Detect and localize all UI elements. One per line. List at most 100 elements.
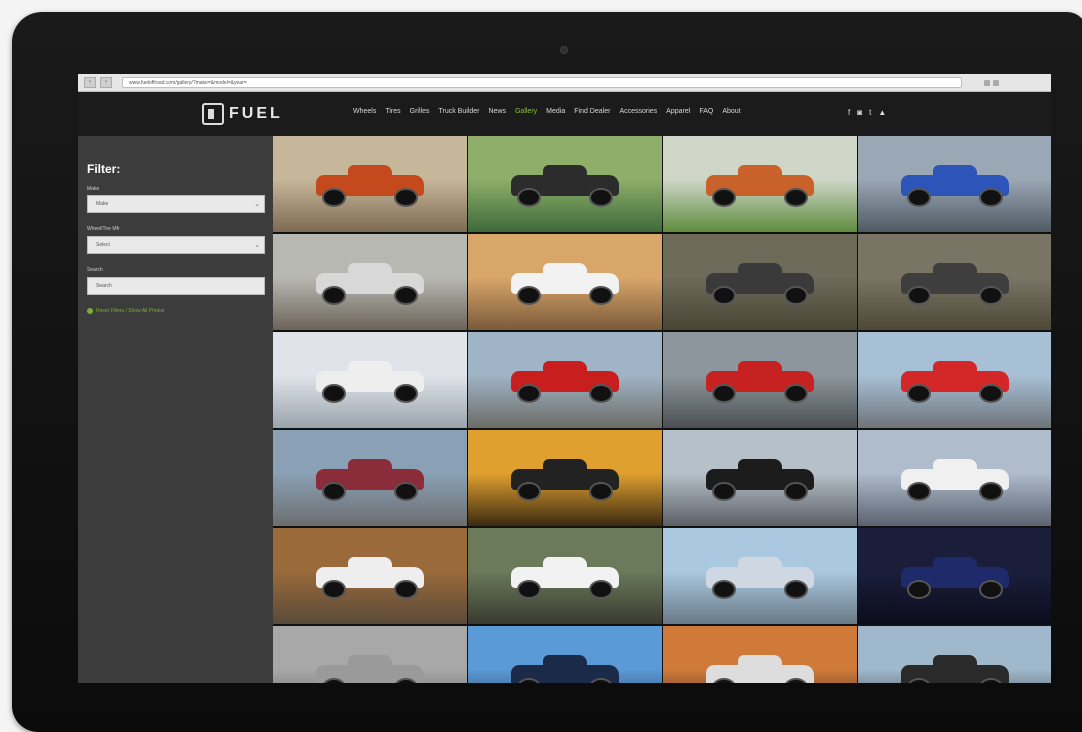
truck-photo-icon — [315, 262, 425, 306]
nav-item-news[interactable]: News — [488, 108, 506, 115]
gallery-tile[interactable] — [468, 332, 662, 428]
nav-item-grilles[interactable]: Grilles — [410, 108, 430, 115]
gallery-tile[interactable] — [273, 136, 467, 232]
facebook-icon[interactable]: f — [848, 108, 850, 117]
wheel-shape — [322, 482, 347, 502]
gallery-tile[interactable] — [468, 626, 662, 683]
wheel-shape — [588, 482, 613, 502]
nav-item-about[interactable]: About — [722, 108, 740, 115]
social-links: f ◙ t ▲ — [848, 108, 886, 117]
nav-item-media[interactable]: Media — [546, 108, 565, 115]
wheel-shape — [907, 188, 932, 208]
search-label: Search — [87, 267, 103, 273]
truck-photo-icon — [510, 556, 620, 600]
wheel-shape — [322, 286, 347, 306]
gallery-tile[interactable] — [273, 528, 467, 624]
truck-photo-icon — [705, 654, 815, 683]
gallery-tile[interactable] — [468, 430, 662, 526]
nav-item-truck-builder[interactable]: Truck Builder — [438, 108, 479, 115]
wheel-shape — [783, 286, 808, 306]
truck-photo-icon — [705, 164, 815, 208]
gallery-tile[interactable] — [663, 136, 857, 232]
reset-icon — [87, 308, 93, 314]
wheel-shape — [712, 188, 737, 208]
gallery-tile[interactable] — [858, 626, 1051, 683]
reset-filters-label: Reset Filters / Show All Photos — [96, 308, 165, 314]
wheel-mfr-select[interactable]: Select ⌄ — [87, 236, 265, 254]
wheel-shape — [322, 384, 347, 404]
nav-item-wheels[interactable]: Wheels — [353, 108, 376, 115]
address-bar[interactable]: www.fueloffroad.com/gallery/?make=&model… — [122, 77, 962, 88]
truck-photo-icon — [900, 654, 1010, 683]
screen: ‹ › www.fueloffroad.com/gallery/?make=&m… — [78, 74, 1051, 683]
reset-filters-link[interactable]: Reset Filters / Show All Photos — [87, 308, 164, 314]
make-select-value: Make — [96, 201, 109, 207]
nav-item-tires[interactable]: Tires — [385, 108, 400, 115]
youtube-icon[interactable]: ▲ — [878, 108, 886, 117]
bookmark-icon[interactable] — [984, 79, 990, 86]
truck-photo-icon — [315, 164, 425, 208]
gallery-tile[interactable] — [468, 528, 662, 624]
gallery-tile[interactable] — [858, 332, 1051, 428]
truck-photo-icon — [315, 360, 425, 404]
gallery-tile[interactable] — [858, 528, 1051, 624]
truck-photo-icon — [900, 458, 1010, 502]
site-logo[interactable]: FUEL — [202, 102, 283, 126]
wheel-shape — [978, 482, 1003, 502]
wheel-shape — [978, 580, 1003, 600]
truck-photo-icon — [510, 360, 620, 404]
gallery-tile[interactable] — [273, 234, 467, 330]
gallery-tile[interactable] — [663, 430, 857, 526]
gallery-tile[interactable] — [858, 234, 1051, 330]
wheel-shape — [783, 482, 808, 502]
back-button[interactable]: ‹ — [84, 77, 96, 88]
gallery-tile[interactable] — [273, 430, 467, 526]
truck-photo-icon — [705, 458, 815, 502]
wheel-shape — [712, 580, 737, 600]
nav-item-accessories[interactable]: Accessories — [619, 108, 657, 115]
nav-item-faq[interactable]: FAQ — [699, 108, 713, 115]
camera-dot — [560, 46, 568, 54]
wheel-shape — [588, 286, 613, 306]
wheel-shape — [517, 188, 542, 208]
photo-gallery — [273, 136, 1051, 683]
make-label: Make — [87, 186, 100, 192]
site-header: FUEL Wheels Tires Grilles Truck Builder News… — [78, 92, 1051, 136]
wheel-shape — [907, 286, 932, 306]
wheel-shape — [322, 188, 347, 208]
gallery-tile[interactable] — [468, 136, 662, 232]
gallery-tile[interactable] — [663, 528, 857, 624]
main-nav: Wheels Tires Grilles Truck Builder News Galle… — [353, 108, 741, 115]
menu-icon[interactable] — [993, 79, 999, 86]
nav-item-find-dealer[interactable]: Find Dealer — [574, 108, 610, 115]
instagram-icon[interactable]: ◙ — [857, 108, 862, 117]
truck-photo-icon — [900, 164, 1010, 208]
filter-sidebar: Filter: Make Make ⌄ Wheel/Tire Mfr Selec… — [78, 136, 273, 683]
nav-item-gallery[interactable]: Gallery — [515, 108, 537, 115]
gallery-tile[interactable] — [273, 626, 467, 683]
wheel-shape — [393, 188, 418, 208]
nav-item-apparel[interactable]: Apparel — [666, 108, 690, 115]
search-input[interactable]: Search — [87, 277, 265, 295]
logo-icon — [202, 103, 224, 125]
wheel-mfr-select-value: Select — [96, 242, 110, 248]
truck-photo-icon — [510, 654, 620, 683]
gallery-tile[interactable] — [663, 234, 857, 330]
gallery-tile[interactable] — [273, 332, 467, 428]
chevron-down-icon: ⌄ — [254, 201, 260, 208]
gallery-tile[interactable] — [858, 430, 1051, 526]
wheel-shape — [588, 384, 613, 404]
wheel-shape — [978, 286, 1003, 306]
truck-photo-icon — [900, 556, 1010, 600]
search-input-value: Search — [96, 283, 112, 289]
forward-button[interactable]: › — [100, 77, 112, 88]
gallery-tile[interactable] — [468, 234, 662, 330]
gallery-tile[interactable] — [663, 626, 857, 683]
make-select[interactable]: Make ⌄ — [87, 195, 265, 213]
gallery-tile[interactable] — [858, 136, 1051, 232]
chevron-down-icon: ⌄ — [254, 242, 260, 249]
browser-toolbar: ‹ › www.fueloffroad.com/gallery/?make=&m… — [78, 74, 1051, 92]
wheel-shape — [712, 286, 737, 306]
gallery-tile[interactable] — [663, 332, 857, 428]
twitter-icon[interactable]: t — [869, 108, 871, 117]
